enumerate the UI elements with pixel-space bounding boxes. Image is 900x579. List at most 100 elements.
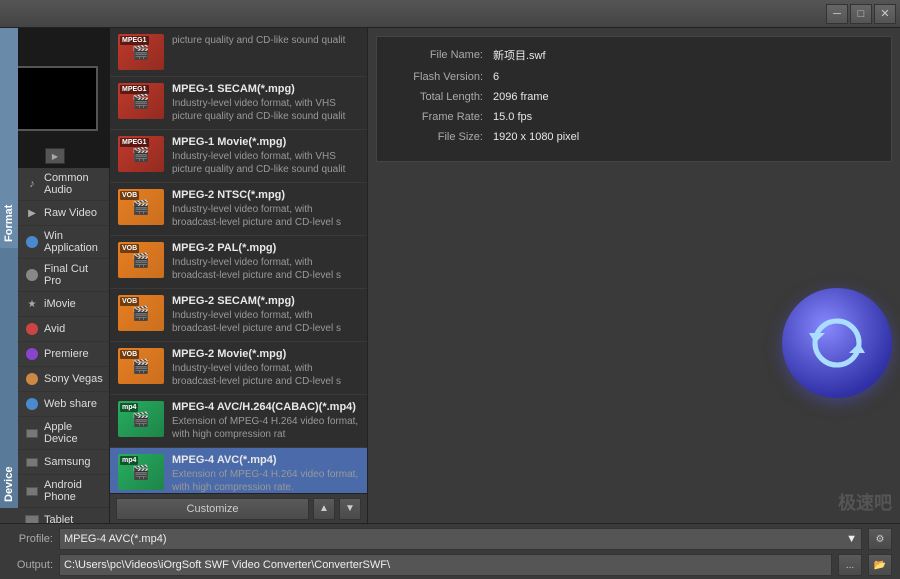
tablet-icon bbox=[24, 512, 40, 523]
maximize-button[interactable]: □ bbox=[850, 4, 872, 24]
profile-select[interactable]: MPEG-4 AVC(*.mp4) ▼ bbox=[59, 528, 862, 550]
preview-controls: ▶ bbox=[45, 148, 65, 164]
frame-rate-value: 15.0 fps bbox=[493, 111, 532, 123]
category-list: ♪ Common Audio ▶ Raw Video Win Applicati… bbox=[18, 168, 109, 523]
format-thumbnail: VOB 🎬 bbox=[118, 295, 164, 331]
format-top-desc: picture quality and CD-like sound qualit bbox=[172, 34, 359, 47]
browse-button[interactable]: ... bbox=[838, 554, 862, 576]
right-panel: File Name: 新项目.swf Flash Version: 6 Tota… bbox=[368, 28, 900, 523]
output-row: Output: C:\Users\pc\Videos\iOrgSoft SWF … bbox=[8, 554, 892, 576]
sidebar-item-final-cut-pro[interactable]: Final Cut Pro bbox=[18, 259, 109, 292]
audio-icon: ♪ bbox=[24, 176, 40, 192]
settings-button[interactable]: ⚙ bbox=[868, 528, 892, 550]
list-item[interactable]: VOB 🎬 MPEG-2 SECAM(*.mpg) Industry-level… bbox=[110, 289, 367, 342]
format-desc: Industry-level video format, with VHS pi… bbox=[172, 150, 359, 176]
format-desc: Industry-level video format, with broadc… bbox=[172, 256, 359, 282]
format-name: MPEG-1 Movie(*.mpg) bbox=[172, 136, 359, 148]
output-path-value: C:\Users\pc\Videos\iOrgSoft SWF Video Co… bbox=[64, 559, 390, 571]
sidebar-item-label: Sony Vegas bbox=[44, 373, 103, 385]
play-button[interactable]: ▶ bbox=[45, 148, 65, 164]
content-area: ▶ Format Device ♪ Common Audio ▶ Raw Vid… bbox=[0, 28, 900, 523]
format-info: picture quality and CD-like sound qualit bbox=[172, 34, 359, 47]
list-item[interactable]: MPEG1 🎬 MPEG-1 SECAM(*.mpg) Industry-lev… bbox=[110, 77, 367, 130]
file-size-value: 1920 x 1080 pixel bbox=[493, 131, 579, 143]
minimize-button[interactable]: ─ bbox=[826, 4, 848, 24]
format-info: MPEG-2 SECAM(*.mpg) Industry-level video… bbox=[172, 295, 359, 335]
list-item[interactable]: mp4 🎬 MPEG-4 AVC/H.264(CABAC)(*.mp4) Ext… bbox=[110, 395, 367, 448]
sidebar-item-label: Win Application bbox=[44, 230, 103, 254]
list-item[interactable]: MPEG1 🎬 MPEG-1 Movie(*.mpg) Industry-lev… bbox=[110, 130, 367, 183]
sidebar-item-label: Avid bbox=[44, 323, 65, 335]
format-name: MPEG-1 SECAM(*.mpg) bbox=[172, 83, 359, 95]
format-section-label[interactable]: Format bbox=[0, 28, 18, 248]
output-label: Output: bbox=[8, 559, 53, 571]
scroll-up-button[interactable]: ▲ bbox=[313, 498, 335, 520]
flash-version-row: Flash Version: 6 bbox=[393, 71, 875, 83]
format-thumbnail: MPEG1 🎬 bbox=[118, 83, 164, 119]
sidebar-item-tablet[interactable]: Tablet bbox=[18, 508, 109, 523]
web-icon bbox=[24, 396, 40, 412]
sidebar-item-avid[interactable]: Avid bbox=[18, 317, 109, 342]
format-name: MPEG-2 Movie(*.mpg) bbox=[172, 348, 359, 360]
list-item[interactable]: mp4 🎬 MPEG-4 AVC(*.mp4) Extension of MPE… bbox=[110, 448, 367, 493]
format-thumbnail: MPEG1 🎬 bbox=[118, 136, 164, 172]
format-desc: Industry-level video format, with broadc… bbox=[172, 362, 359, 388]
sidebar-item-samsung[interactable]: Samsung bbox=[18, 450, 109, 475]
output-path[interactable]: C:\Users\pc\Videos\iOrgSoft SWF Video Co… bbox=[59, 554, 832, 576]
scroll-down-button[interactable]: ▼ bbox=[339, 498, 361, 520]
format-desc: Industry-level video format, with VHS pi… bbox=[172, 97, 359, 123]
format-info: MPEG-2 NTSC(*.mpg) Industry-level video … bbox=[172, 189, 359, 229]
close-button[interactable]: ✕ bbox=[874, 4, 896, 24]
sidebar-item-win-application[interactable]: Win Application bbox=[18, 226, 109, 259]
watermark: 极速吧 bbox=[838, 489, 892, 515]
sidebar-item-android-phone[interactable]: Android Phone bbox=[18, 475, 109, 508]
title-bar: ─ □ ✕ bbox=[0, 0, 900, 28]
format-desc: Industry-level video format, with broadc… bbox=[172, 203, 359, 229]
list-item[interactable]: VOB 🎬 MPEG-2 Movie(*.mpg) Industry-level… bbox=[110, 342, 367, 395]
sidebar-item-apple-device[interactable]: Apple Device bbox=[18, 417, 109, 450]
customize-button[interactable]: Customize bbox=[116, 498, 309, 520]
sony-icon bbox=[24, 371, 40, 387]
file-info-box: File Name: 新项目.swf Flash Version: 6 Tota… bbox=[376, 36, 892, 162]
format-thumbnail: VOB 🎬 bbox=[118, 242, 164, 278]
format-name: MPEG-2 NTSC(*.mpg) bbox=[172, 189, 359, 201]
total-length-row: Total Length: 2096 frame bbox=[393, 91, 875, 103]
frame-rate-label: Frame Rate: bbox=[393, 111, 483, 123]
format-list: MPEG1 🎬 picture quality and CD-like soun… bbox=[110, 28, 367, 493]
apple-device-icon bbox=[24, 425, 40, 441]
list-item[interactable]: VOB 🎬 MPEG-2 PAL(*.mpg) Industry-level v… bbox=[110, 236, 367, 289]
sidebar-item-imovie[interactable]: ★ iMovie bbox=[18, 292, 109, 317]
format-thumbnail: VOB 🎬 bbox=[118, 348, 164, 384]
format-thumbnail: MPEG1 🎬 bbox=[118, 34, 164, 70]
list-item[interactable]: VOB 🎬 MPEG-2 NTSC(*.mpg) Industry-level … bbox=[110, 183, 367, 236]
sidebar-item-sony-vegas[interactable]: Sony Vegas bbox=[18, 367, 109, 392]
sidebar-item-label: Web share bbox=[44, 398, 97, 410]
format-thumbnail: mp4 🎬 bbox=[118, 401, 164, 437]
samsung-icon bbox=[24, 454, 40, 470]
refresh-icon bbox=[807, 313, 867, 373]
premiere-icon bbox=[24, 346, 40, 362]
sidebar-item-label: Android Phone bbox=[44, 479, 103, 503]
profile-label: Profile: bbox=[8, 533, 53, 545]
win-app-icon bbox=[24, 234, 40, 250]
device-section-label[interactable]: Device bbox=[0, 248, 18, 508]
convert-button[interactable] bbox=[782, 288, 892, 398]
imovie-icon: ★ bbox=[24, 296, 40, 312]
format-thumbnail: mp4 🎬 bbox=[118, 454, 164, 490]
sidebar-item-premiere[interactable]: Premiere bbox=[18, 342, 109, 367]
file-name-row: File Name: 新项目.swf bbox=[393, 47, 875, 63]
fcp-icon bbox=[24, 267, 40, 283]
sidebar-item-label: Final Cut Pro bbox=[44, 263, 103, 287]
open-folder-button[interactable]: 📂 bbox=[868, 554, 892, 576]
format-info: MPEG-1 Movie(*.mpg) Industry-level video… bbox=[172, 136, 359, 176]
sidebar-item-common-audio[interactable]: ♪ Common Audio bbox=[18, 168, 109, 201]
sidebar-item-web-share[interactable]: Web share bbox=[18, 392, 109, 417]
sidebar-item-label: Samsung bbox=[44, 456, 90, 468]
list-item[interactable]: MPEG1 🎬 picture quality and CD-like soun… bbox=[110, 28, 367, 77]
format-name: MPEG-4 AVC/H.264(CABAC)(*.mp4) bbox=[172, 401, 359, 413]
format-bottom-bar: Customize ▲ ▼ bbox=[110, 493, 367, 523]
main-window: ─ □ ✕ ▶ Format Device ♪ Common Audi bbox=[0, 0, 900, 579]
sidebar-item-raw-video[interactable]: ▶ Raw Video bbox=[18, 201, 109, 226]
format-info: MPEG-4 AVC/H.264(CABAC)(*.mp4) Extension… bbox=[172, 401, 359, 441]
profile-value: MPEG-4 AVC(*.mp4) bbox=[64, 533, 167, 545]
